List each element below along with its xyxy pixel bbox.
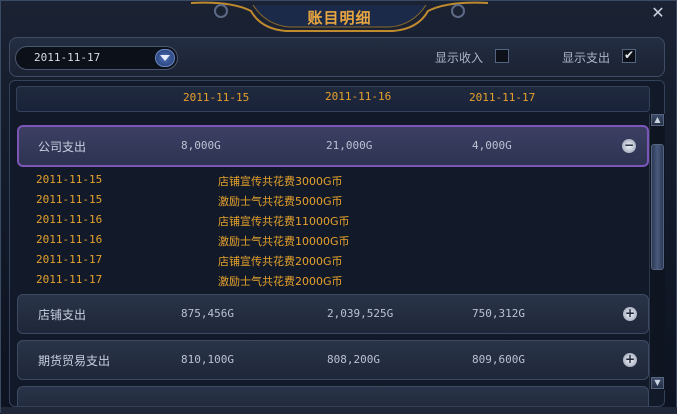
arrow-up-icon[interactable]: ▲ xyxy=(651,114,664,126)
category-value: 21,000G xyxy=(326,139,373,152)
chevron-down-icon[interactable] xyxy=(155,49,175,67)
show-expense-label: 显示支出 xyxy=(562,51,611,65)
detail-desc: 激励士气共花费5000G币 xyxy=(218,195,343,208)
filter-bar: 2011-11-17 显示收入 显示支出 ✔ xyxy=(9,37,665,77)
category-value: 8,000G xyxy=(181,139,221,152)
collapse-icon[interactable]: − xyxy=(622,139,636,153)
column-header: 2011-11-16 xyxy=(325,90,392,103)
arrow-down-icon[interactable]: ▼ xyxy=(651,377,664,389)
category-row-futures[interactable]: 期货贸易支出 810,100G 808,200G 809,600G + xyxy=(17,340,649,380)
category-row-company[interactable]: 公司支出 8,000G 21,000G 4,000G − xyxy=(17,125,649,167)
category-value: 750,312G xyxy=(472,307,525,320)
expand-icon[interactable]: + xyxy=(623,307,637,321)
date-select[interactable]: 2011-11-17 xyxy=(15,46,178,70)
detail-date: 2011-11-15 xyxy=(36,173,103,186)
date-select-value: 2011-11-17 xyxy=(34,51,101,64)
detail-date: 2011-11-15 xyxy=(36,193,103,206)
ledger-window: 账目明细 ✕ 2011-11-17 显示收入 显示支出 ✔ 2011-11-15… xyxy=(0,0,677,414)
column-header-row: 2011-11-15 2011-11-16 2011-11-17 xyxy=(16,86,650,112)
scroll-thumb[interactable] xyxy=(651,144,664,270)
category-name: 店铺支出 xyxy=(38,308,87,322)
detail-date: 2011-11-16 xyxy=(36,213,103,226)
category-name: 期货贸易支出 xyxy=(38,354,111,368)
ledger-panel: 2011-11-15 2011-11-16 2011-11-17 公司支出 8,… xyxy=(9,80,665,407)
window-title: 账目明细 xyxy=(307,9,372,27)
detail-desc: 激励士气共花费10000G币 xyxy=(218,235,350,248)
category-row-shop[interactable]: 店铺支出 875,456G 2,039,525G 750,312G + xyxy=(17,294,649,334)
detail-desc: 店铺宣传共花费2000G币 xyxy=(218,255,343,268)
expand-icon[interactable]: + xyxy=(623,353,637,367)
detail-date: 2011-11-17 xyxy=(36,253,103,266)
detail-date: 2011-11-17 xyxy=(36,273,103,286)
detail-desc: 店铺宣传共花费11000G币 xyxy=(218,215,350,228)
category-row-partial[interactable] xyxy=(17,386,649,406)
category-value: 4,000G xyxy=(472,139,512,152)
column-header: 2011-11-17 xyxy=(469,91,536,104)
check-icon: ✔ xyxy=(624,48,635,62)
column-header: 2011-11-15 xyxy=(183,91,250,104)
category-value: 809,600G xyxy=(472,353,525,366)
category-value: 2,039,525G xyxy=(327,307,394,320)
category-value: 810,100G xyxy=(181,353,234,366)
detail-desc: 店铺宣传共花费3000G币 xyxy=(218,175,343,188)
show-income-label: 显示收入 xyxy=(435,51,484,65)
close-icon[interactable]: ✕ xyxy=(650,5,666,21)
category-value: 875,456G xyxy=(181,307,234,320)
category-value: 808,200G xyxy=(327,353,380,366)
detail-desc: 激励士气共花费2000G币 xyxy=(218,275,343,288)
show-income-checkbox[interactable] xyxy=(495,49,509,63)
category-name: 公司支出 xyxy=(38,140,87,154)
scrollbar[interactable]: ▲ ▼ xyxy=(649,114,665,390)
show-expense-checkbox[interactable]: ✔ xyxy=(622,48,636,63)
detail-date: 2011-11-16 xyxy=(36,233,103,246)
